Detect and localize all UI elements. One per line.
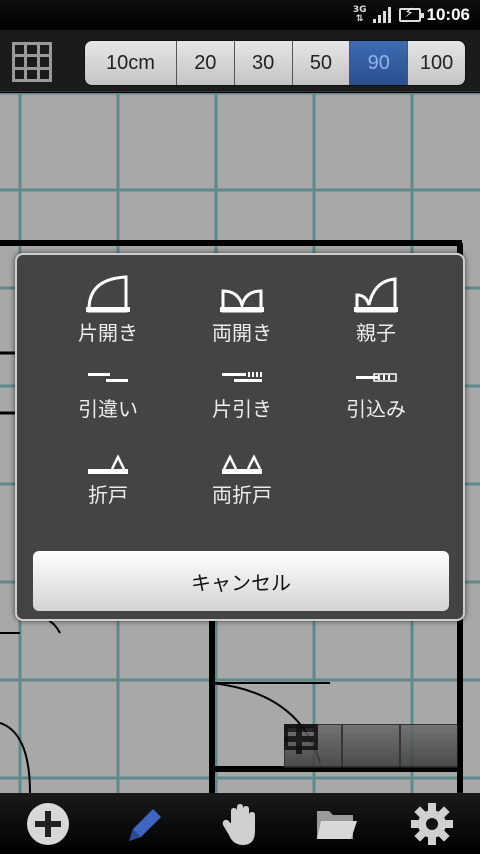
door-option-double-folding[interactable]: 両折戸	[167, 445, 317, 525]
folder-icon	[317, 810, 357, 839]
folding-door-icon	[88, 454, 128, 474]
door-option-label: 親子	[356, 321, 396, 345]
zoom-in-button[interactable]	[284, 724, 400, 768]
door-option-unequal-double[interactable]: 親子	[301, 275, 451, 355]
scale-option-10cm[interactable]: 10cm	[85, 41, 177, 85]
fit-view-button[interactable]	[284, 724, 458, 768]
door-option-label: 両折戸	[212, 483, 272, 507]
signal-icon	[372, 7, 393, 23]
pen-icon	[129, 808, 161, 841]
pan-button[interactable]	[212, 799, 268, 849]
door-option-label: 片引き	[212, 397, 272, 421]
door-option-label: 折戸	[88, 483, 128, 507]
door-option-label: 引違い	[78, 397, 138, 421]
gear-icon	[411, 802, 453, 845]
grid-toggle-icon[interactable]	[12, 42, 52, 82]
bottom-toolbar	[0, 793, 480, 854]
add-icon	[27, 802, 69, 845]
scale-option-100[interactable]: 100	[408, 41, 465, 85]
scale-selector: 10cm 20 30 50 90 100	[84, 40, 466, 86]
door-option-label: 引込み	[346, 397, 406, 421]
door-option-folding[interactable]: 折戸	[33, 445, 183, 525]
scale-option-30[interactable]: 30	[234, 41, 293, 85]
zoom-controls	[284, 724, 458, 768]
fit-frame-icon	[284, 724, 318, 750]
door-type-dialog: 片開き 両開き 親子 引違い 片引き 引込み 折戸 両折戸 キャンセル	[15, 253, 465, 621]
unequal-double-door-icon	[354, 277, 398, 313]
door-option-sliding-double[interactable]: 引違い	[33, 367, 183, 447]
settings-button[interactable]	[404, 799, 460, 849]
clock: 10:06	[426, 5, 470, 24]
add-button[interactable]	[20, 799, 76, 849]
cancel-button[interactable]: キャンセル	[33, 551, 449, 611]
toolbar: 10cm 20 30 50 90 100	[0, 30, 480, 92]
double-swing-door-icon	[220, 289, 264, 313]
single-swing-door-icon	[86, 275, 130, 313]
battery-charging-icon: ⚡	[398, 6, 424, 22]
door-option-label: 両開き	[212, 321, 272, 345]
door-option-label: 片開き	[78, 321, 138, 345]
door-option-pocket[interactable]: 引込み	[301, 367, 451, 447]
scale-option-90[interactable]: 90	[350, 41, 409, 85]
network-badge: 3G ⇅	[352, 5, 367, 24]
door-option-single-swing[interactable]: 片開き	[33, 275, 183, 355]
single-sliding-door-icon	[222, 372, 262, 382]
open-file-button[interactable]	[308, 799, 364, 849]
sliding-double-door-icon	[88, 373, 128, 382]
status-bar: 3G ⇅ ⚡ 10:06	[0, 0, 480, 30]
door-option-single-sliding[interactable]: 片引き	[167, 367, 317, 447]
scale-option-20[interactable]: 20	[176, 41, 235, 85]
door-option-double-swing[interactable]: 両開き	[167, 275, 317, 355]
draw-button[interactable]	[116, 799, 172, 849]
double-folding-door-icon	[222, 454, 262, 474]
scale-option-50[interactable]: 50	[292, 41, 351, 85]
network-type: 3G	[352, 5, 367, 15]
hand-icon	[222, 803, 255, 845]
pocket-door-icon	[356, 373, 397, 382]
